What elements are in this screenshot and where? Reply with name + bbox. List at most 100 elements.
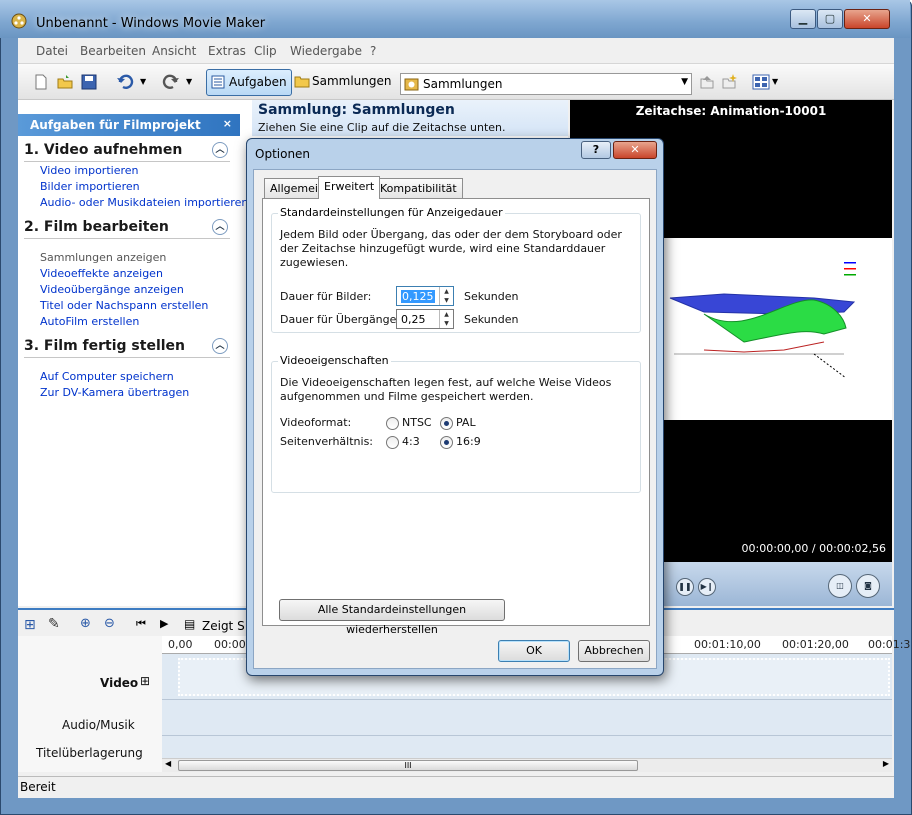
redo-dropdown-icon[interactable]: ▼ bbox=[186, 77, 192, 86]
transitions-duration-stepper[interactable]: 0,25 ▲ ▼ bbox=[396, 309, 454, 329]
link-video-importieren[interactable]: Video importieren bbox=[40, 164, 138, 177]
redo-icon[interactable] bbox=[162, 73, 180, 91]
link-computer-speichern[interactable]: Auf Computer speichern bbox=[40, 370, 174, 383]
snapshot-icon[interactable]: ◙ bbox=[856, 574, 880, 598]
radio-16-9[interactable] bbox=[440, 436, 453, 449]
section-title: 1. Video aufnehmen bbox=[24, 142, 183, 158]
chevron-down-icon[interactable]: ▼ bbox=[681, 77, 688, 87]
menu-datei[interactable]: Datei bbox=[36, 44, 68, 58]
link-autofilm[interactable]: AutoFilm erstellen bbox=[40, 315, 139, 328]
menu-clip[interactable]: Clip bbox=[254, 44, 277, 58]
sammlungen-button[interactable]: Sammlungen bbox=[294, 69, 392, 96]
minimize-button[interactable]: ▁ bbox=[790, 9, 816, 29]
section-film-bearbeiten[interactable]: 2. Film bearbeiten ︿ bbox=[24, 219, 230, 239]
section-video-aufnehmen[interactable]: 1. Video aufnehmen ︿ bbox=[24, 142, 230, 162]
play-timeline-icon[interactable]: ▶ bbox=[160, 617, 168, 630]
link-titel-nachspann[interactable]: Titel oder Nachspann erstellen bbox=[40, 299, 208, 312]
preview-frame bbox=[664, 238, 892, 420]
track-label-video: Video bbox=[100, 676, 139, 690]
menu-ansicht[interactable]: Ansicht bbox=[152, 44, 196, 58]
radio-4-3[interactable] bbox=[386, 436, 399, 449]
collections-combo[interactable]: Sammlungen ▼ bbox=[400, 73, 692, 95]
dialog-body: Allgemein Erweitert Kompatibilität Stand… bbox=[253, 169, 657, 669]
show-storyboard-label[interactable]: Zeigt S bbox=[202, 619, 245, 633]
new-project-icon[interactable] bbox=[32, 73, 50, 91]
undo-dropdown-icon[interactable]: ▼ bbox=[140, 77, 146, 86]
spin-up-down-icon[interactable]: ▲ ▼ bbox=[439, 287, 453, 305]
aufgaben-button[interactable]: Aufgaben bbox=[206, 69, 292, 96]
dialog-close-button[interactable]: ✕ bbox=[613, 141, 657, 159]
toolbar: ▼ ▼ Aufgaben Sammlungen Sammlungen ▼ ▼ bbox=[18, 64, 894, 100]
spin-up-down-icon[interactable]: ▲ ▼ bbox=[439, 310, 453, 328]
transitions-duration-value[interactable]: 0,25 bbox=[401, 313, 426, 326]
menu-bearbeiten[interactable]: Bearbeiten bbox=[80, 44, 146, 58]
radio-ntsc[interactable] bbox=[386, 417, 399, 430]
timeline-scrollbar[interactable]: ◀ III ▶ bbox=[162, 758, 892, 772]
maximize-button[interactable]: ▢ bbox=[817, 9, 843, 29]
menu-extras[interactable]: Extras bbox=[208, 44, 246, 58]
unit-label: Sekunden bbox=[464, 290, 519, 303]
scroll-left-icon[interactable]: ◀ bbox=[165, 759, 171, 768]
radio-pal[interactable] bbox=[440, 417, 453, 430]
menu-wiedergabe[interactable]: Wiedergabe bbox=[290, 44, 362, 58]
close-window-button[interactable]: ✕ bbox=[844, 9, 890, 29]
storyboard-toggle-icon[interactable]: ▤ bbox=[184, 617, 195, 631]
radio-16-9-label[interactable]: 16:9 bbox=[456, 435, 481, 449]
chevron-up-icon[interactable]: ︿ bbox=[212, 142, 228, 158]
section-film-fertig-stellen[interactable]: 3. Film fertig stellen ︿ bbox=[24, 338, 230, 358]
help-button[interactable]: ? bbox=[581, 141, 611, 159]
restore-defaults-button[interactable]: Alle Standardeinstellungen wiederherstel… bbox=[279, 599, 505, 636]
tab-erweitert[interactable]: Erweitert bbox=[318, 176, 381, 199]
radio-ntsc-label[interactable]: NTSC bbox=[402, 416, 432, 430]
ruler-tick: 00:01:3 bbox=[868, 638, 911, 651]
close-icon[interactable]: × bbox=[223, 117, 232, 130]
link-videouebergaenge[interactable]: Videoübergänge anzeigen bbox=[40, 283, 184, 296]
rewind-icon[interactable]: ⏮ bbox=[136, 617, 146, 631]
cancel-button[interactable]: Abbrechen bbox=[578, 640, 650, 662]
link-bilder-importieren[interactable]: Bilder importieren bbox=[40, 180, 140, 193]
expand-icon[interactable]: ⊞ bbox=[140, 674, 150, 688]
save-icon[interactable] bbox=[80, 73, 98, 91]
duration-description: Jedem Bild oder Übergang, das oder der d… bbox=[280, 228, 622, 269]
undo-icon[interactable] bbox=[116, 73, 134, 91]
open-folder-icon[interactable] bbox=[56, 73, 74, 91]
radio-4-3-label[interactable]: 4:3 bbox=[402, 435, 420, 449]
scroll-thumb[interactable]: III bbox=[178, 760, 638, 771]
preview-time: 00:00:00,00 / 00:00:02,56 bbox=[741, 542, 887, 555]
link-videoeffekte[interactable]: Videoeffekte anzeigen bbox=[40, 267, 163, 280]
menu-help[interactable]: ? bbox=[370, 44, 376, 58]
section-title: 3. Film fertig stellen bbox=[24, 338, 186, 354]
chevron-up-icon[interactable]: ︿ bbox=[212, 219, 228, 235]
pictures-duration-stepper[interactable]: 0,125 ▲ ▼ bbox=[396, 286, 454, 306]
link-dv-kamera[interactable]: Zur DV-Kamera übertragen bbox=[40, 386, 189, 399]
title-bar[interactable]: Unbenannt - Windows Movie Maker ▁ ▢ ✕ bbox=[0, 0, 910, 38]
next-frame-icon[interactable]: ▶❙ bbox=[698, 578, 716, 596]
tab-kompatibilitaet[interactable]: Kompatibilität bbox=[374, 178, 463, 198]
zoom-in-icon[interactable]: ⊕ bbox=[80, 616, 91, 631]
options-dialog: Optionen ? ✕ Allgemein Erweitert Kompati… bbox=[246, 138, 664, 676]
radio-pal-label[interactable]: PAL bbox=[456, 416, 476, 430]
link-sammlungen-anzeigen[interactable]: Sammlungen anzeigen bbox=[40, 251, 166, 264]
combo-value: Sammlungen bbox=[423, 77, 503, 91]
track-label-title: Titelüberlagerung bbox=[36, 746, 143, 760]
scroll-right-icon[interactable]: ▶ bbox=[883, 759, 889, 768]
views-icon[interactable] bbox=[752, 73, 770, 91]
play-pause-icon[interactable]: ❚❚ bbox=[676, 578, 694, 596]
link-audio-importieren[interactable]: Audio- oder Musikdateien importieren bbox=[40, 196, 248, 209]
storyboard-icon[interactable]: ⊞ bbox=[24, 617, 36, 633]
collection-title: Sammlung: Sammlungen bbox=[258, 102, 455, 118]
film-folder-icon bbox=[404, 78, 419, 91]
videoformat-label: Videoformat: bbox=[280, 416, 352, 429]
split-clip-icon[interactable]: ◫ bbox=[828, 574, 852, 598]
title-overlay-track[interactable] bbox=[162, 736, 892, 760]
status-bar: Bereit bbox=[18, 776, 894, 798]
views-dropdown-icon[interactable]: ▼ bbox=[772, 77, 778, 86]
pictures-duration-value[interactable]: 0,125 bbox=[401, 290, 435, 303]
new-collection-icon[interactable] bbox=[720, 73, 738, 91]
chevron-up-icon[interactable]: ︿ bbox=[212, 338, 228, 354]
zoom-out-icon[interactable]: ⊖ bbox=[104, 616, 115, 631]
audio-track[interactable] bbox=[162, 700, 892, 736]
ok-button[interactable]: OK bbox=[498, 640, 570, 662]
audio-levels-icon[interactable]: ✎ bbox=[48, 616, 60, 632]
up-level-icon[interactable] bbox=[698, 73, 716, 91]
